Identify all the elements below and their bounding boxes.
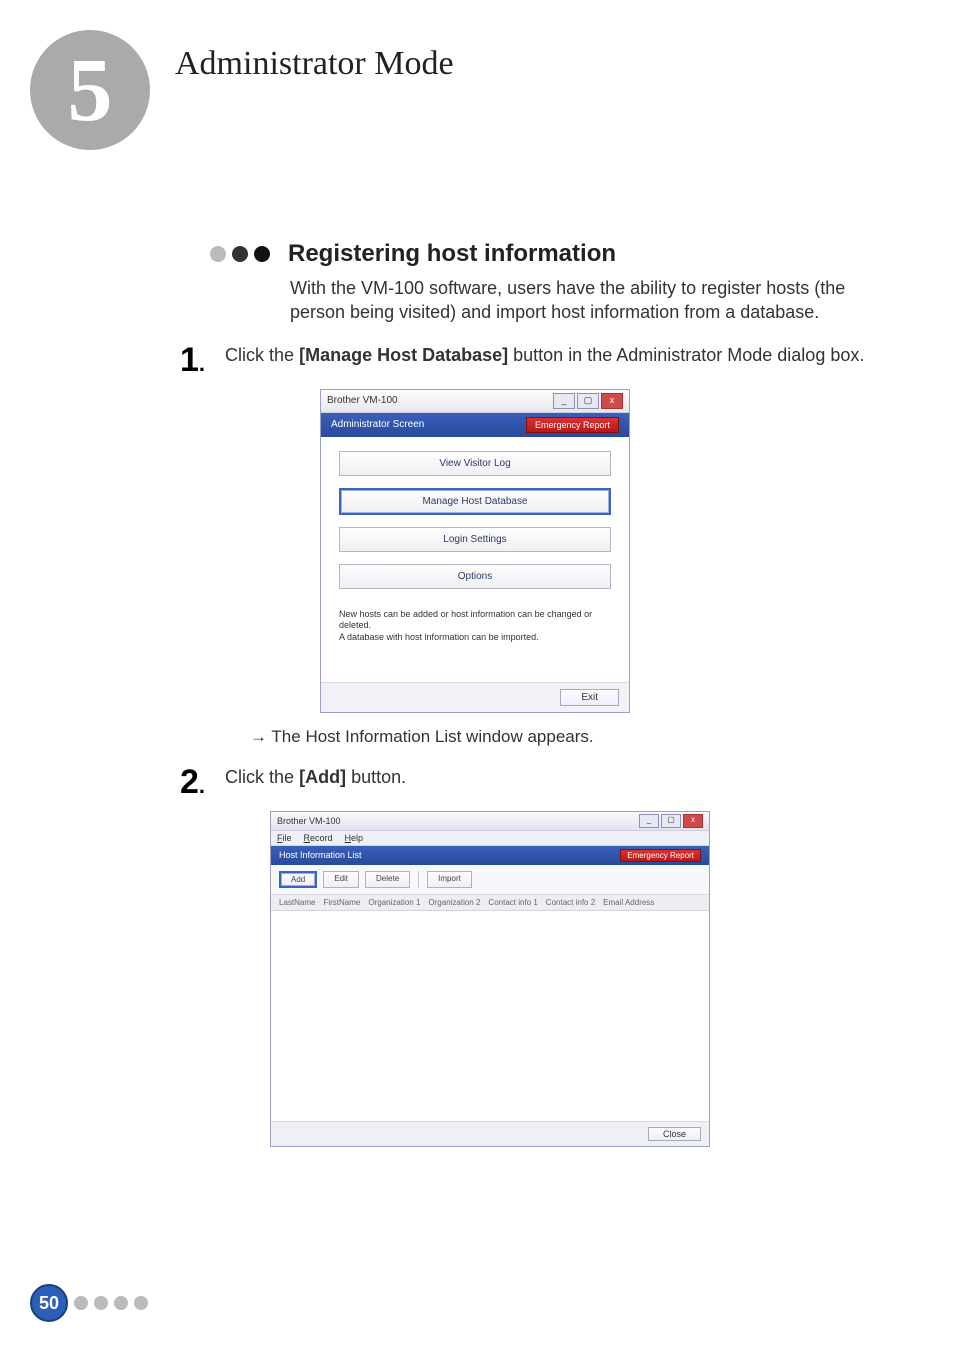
chapter-title: Administrator Mode — [175, 45, 454, 83]
dlg1-window-title: Brother VM-100 — [327, 395, 398, 406]
footer-dot — [134, 1296, 148, 1310]
exit-button[interactable]: Exit — [560, 689, 619, 706]
emergency-report-button[interactable]: Emergency Report — [620, 849, 701, 862]
section-bullets — [210, 246, 270, 262]
col-lastname[interactable]: LastName — [279, 898, 315, 907]
page-number: 50 — [39, 1293, 59, 1314]
step-2: 2. Click the [Add] button. — [180, 765, 904, 799]
dlg1-help-text: New hosts can be added or host informati… — [339, 601, 611, 674]
dlg2-titlebar: Brother VM-100 _ ▢ x — [271, 812, 709, 831]
col-email[interactable]: Email Address — [603, 898, 654, 907]
section-body: With the VM-100 software, users have the… — [290, 276, 904, 325]
col-contact2[interactable]: Contact info 2 — [546, 898, 595, 907]
step-1: 1. Click the [Manage Host Database] butt… — [180, 343, 904, 377]
manage-host-database-button[interactable]: Manage Host Database — [339, 488, 611, 515]
close-button[interactable]: Close — [648, 1127, 701, 1141]
step-1-text-pre: Click the — [225, 345, 299, 365]
step-2-bold: [Add] — [299, 767, 346, 787]
options-button[interactable]: Options — [339, 564, 611, 589]
view-visitor-log-button[interactable]: View Visitor Log — [339, 451, 611, 476]
col-org2[interactable]: Organization 2 — [428, 898, 480, 907]
step-2-text-post: button. — [346, 767, 406, 787]
close-icon[interactable]: x — [601, 393, 623, 409]
page-footer: 50 — [30, 1284, 148, 1322]
import-button[interactable]: Import — [427, 871, 472, 888]
chapter-number: 5 — [68, 39, 113, 142]
menu-file[interactable]: FFileile — [277, 833, 292, 843]
step-1-text-post: button in the Administrator Mode dialog … — [508, 345, 864, 365]
dlg2-toolbar: Add Edit Delete Import — [271, 865, 709, 895]
delete-button[interactable]: Delete — [365, 871, 410, 888]
add-button[interactable]: Add — [279, 871, 317, 888]
step-1-bold: [Manage Host Database] — [299, 345, 508, 365]
edit-button[interactable]: Edit — [323, 871, 359, 888]
dlg1-titlebar: Brother VM-100 _ ▢ x — [321, 390, 629, 413]
maximize-icon[interactable]: ▢ — [661, 814, 681, 828]
maximize-icon[interactable]: ▢ — [577, 393, 599, 409]
step-2-number: 2 — [180, 763, 199, 801]
dlg2-screen-label: Host Information List — [279, 850, 362, 860]
dlg1-screen-label: Administrator Screen — [331, 419, 424, 430]
menu-record[interactable]: RecordRecord — [304, 833, 333, 843]
login-settings-button[interactable]: Login Settings — [339, 527, 611, 552]
dlg2-column-headers: LastName FirstName Organization 1 Organi… — [271, 895, 709, 911]
minimize-icon[interactable]: _ — [639, 814, 659, 828]
step-2-text-pre: Click the — [225, 767, 299, 787]
step-1-result: → The Host Information List window appea… — [250, 727, 904, 747]
col-contact1[interactable]: Contact info 1 — [488, 898, 537, 907]
admin-mode-dialog-screenshot: Brother VM-100 _ ▢ x Administrator Scree… — [320, 389, 630, 713]
step-1-number: 1 — [180, 341, 199, 379]
close-icon[interactable]: x — [683, 814, 703, 828]
footer-dot — [74, 1296, 88, 1310]
col-firstname[interactable]: FirstName — [323, 898, 360, 907]
dlg2-menubar: FFileile RecordRecord HelpHelp — [271, 831, 709, 846]
dlg2-window-title: Brother VM-100 — [277, 816, 341, 826]
section-heading: Registering host information — [288, 240, 616, 268]
emergency-report-button[interactable]: Emergency Report — [526, 417, 619, 433]
col-org1[interactable]: Organization 1 — [368, 898, 420, 907]
footer-dot — [94, 1296, 108, 1310]
arrow-icon: → — [250, 727, 267, 746]
host-info-list-screenshot: Brother VM-100 _ ▢ x FFileile RecordReco… — [270, 811, 710, 1147]
page-number-badge: 50 — [30, 1284, 68, 1322]
chapter-number-badge: 5 — [30, 30, 150, 150]
minimize-icon[interactable]: _ — [553, 393, 575, 409]
menu-help[interactable]: HelpHelp — [345, 833, 364, 843]
footer-dot — [114, 1296, 128, 1310]
dlg2-list-area — [271, 911, 709, 1121]
